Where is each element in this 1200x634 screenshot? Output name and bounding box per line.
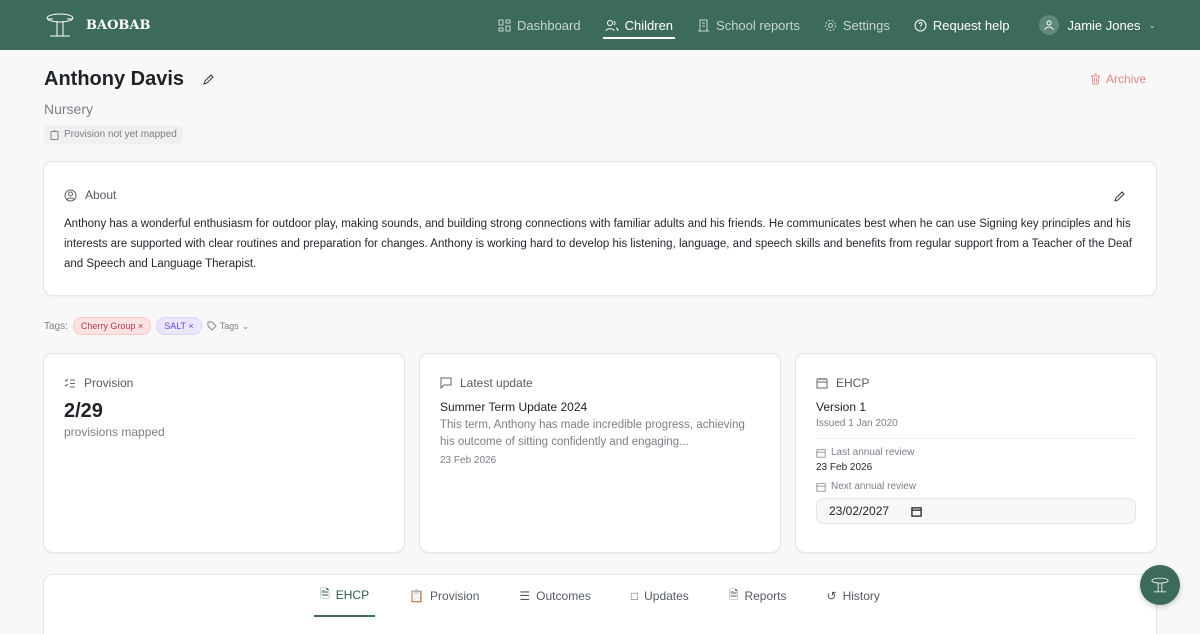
message-icon bbox=[440, 377, 452, 389]
tag-salt[interactable]: SALT × bbox=[156, 317, 202, 335]
next-review-date-input[interactable]: 23/02/2027 bbox=[816, 498, 1136, 524]
provision-count: 2/29 bbox=[64, 400, 103, 422]
calendar-icon bbox=[816, 482, 826, 492]
clipboard-icon: 📋 bbox=[409, 589, 425, 603]
baobab-tree-icon bbox=[46, 13, 74, 37]
nav-request-help[interactable]: Request help bbox=[914, 0, 1010, 50]
update-text: This term, Anthony has made incredible p… bbox=[440, 419, 745, 448]
about-text: Anthony has a wonderful enthusiasm for o… bbox=[64, 218, 1132, 270]
gear-icon bbox=[824, 19, 836, 31]
date-value: 23/02/2027 bbox=[829, 504, 890, 518]
archive-button[interactable]: Archive bbox=[1090, 72, 1146, 86]
tag-label: Cherry Group bbox=[80, 321, 136, 331]
tab-reports[interactable]: 🗎 Reports bbox=[723, 575, 793, 617]
user-icon bbox=[1044, 20, 1054, 30]
nav-label: Request help bbox=[932, 17, 1010, 33]
about-card: About Anthony has a wonderful enthusiasm… bbox=[43, 161, 1157, 296]
history-icon: ↺ bbox=[826, 589, 837, 603]
clipboard-icon bbox=[50, 130, 59, 140]
checklist-icon bbox=[64, 378, 75, 387]
add-tag-label: Tags bbox=[219, 321, 239, 331]
calendar-picker-icon[interactable] bbox=[911, 506, 922, 517]
last-review-date: 23 Feb 2026 bbox=[816, 462, 873, 473]
archive-label: Archive bbox=[1105, 72, 1146, 86]
card-title: About bbox=[85, 188, 117, 202]
nav-children[interactable]: Children bbox=[602, 0, 676, 50]
dashboard-icon bbox=[498, 19, 511, 31]
document-icon: 🗎 bbox=[320, 586, 330, 601]
calendar-icon bbox=[816, 378, 828, 389]
tab-label: History bbox=[842, 589, 880, 603]
nav-label: Settings bbox=[842, 17, 890, 33]
message-icon: □ bbox=[630, 589, 639, 603]
user-name: Jamie Jones bbox=[1067, 17, 1141, 33]
users-icon bbox=[605, 19, 619, 31]
card-title: Latest update bbox=[460, 376, 533, 390]
nav-dashboard[interactable]: Dashboard bbox=[498, 0, 581, 50]
card-title: EHCP bbox=[836, 376, 870, 390]
tab-label: EHCP bbox=[335, 588, 370, 602]
trash-icon bbox=[1090, 73, 1100, 85]
tags-row: Tags: Cherry Group × SALT × Tags ⌄ bbox=[44, 317, 249, 335]
tab-label: Outcomes bbox=[536, 589, 591, 603]
brand-name: BAOBAB bbox=[86, 17, 151, 33]
close-icon[interactable]: × bbox=[138, 321, 143, 331]
tab-label: Reports bbox=[744, 589, 787, 603]
tab-provision[interactable]: 📋 Provision bbox=[403, 575, 485, 617]
nav-label: Dashboard bbox=[517, 17, 581, 33]
edit-name-button[interactable] bbox=[202, 73, 215, 86]
chevron-down-icon: ⌄ bbox=[1148, 19, 1156, 30]
child-group: Nursery bbox=[44, 101, 94, 117]
add-tag-button[interactable]: Tags ⌄ bbox=[207, 321, 249, 332]
provision-card[interactable]: Provision 2/29 provisions mapped bbox=[43, 353, 405, 553]
tag-cherry-group[interactable]: Cherry Group × bbox=[72, 317, 152, 335]
brand-logo[interactable]: BAOBAB bbox=[44, 12, 150, 38]
tab-label: Updates bbox=[644, 589, 689, 603]
update-heading: Summer Term Update 2024 bbox=[440, 400, 588, 414]
help-icon bbox=[914, 19, 927, 31]
tab-history[interactable]: ↺ History bbox=[821, 575, 886, 617]
top-nav: BAOBAB Dashboard Children School reports… bbox=[0, 0, 1200, 50]
badge-label: Provision not yet mapped bbox=[64, 129, 177, 140]
section-tabs: 🗎 EHCP 📋 Provision ☰ Outcomes □ Updates 🗎 Rep… bbox=[43, 574, 1157, 634]
next-review-label: Next annual review bbox=[831, 481, 917, 492]
avatar bbox=[1039, 15, 1060, 35]
ehcp-card: EHCP Version 1 Issued 1 Jan 2020 Last an… bbox=[795, 353, 1157, 553]
nav-settings[interactable]: Settings bbox=[824, 0, 890, 50]
ehcp-issued: Issued 1 Jan 2020 bbox=[816, 418, 898, 429]
ehcp-version: Version 1 bbox=[816, 400, 867, 414]
update-date: 23 Feb 2026 bbox=[440, 455, 497, 466]
close-icon[interactable]: × bbox=[188, 321, 193, 331]
tab-outcomes[interactable]: ☰ Outcomes bbox=[513, 575, 596, 617]
tab-ehcp[interactable]: 🗎 EHCP bbox=[314, 575, 376, 617]
baobab-tree-icon bbox=[1151, 577, 1169, 593]
last-review-label: Last annual review bbox=[831, 447, 915, 458]
divider bbox=[816, 438, 1136, 439]
user-circle-icon bbox=[64, 189, 77, 201]
building-icon bbox=[698, 19, 710, 31]
tag-label: SALT bbox=[164, 321, 186, 331]
help-chat-button[interactable] bbox=[1140, 565, 1180, 605]
page-title: Anthony Davis bbox=[44, 68, 185, 90]
nav-school-reports[interactable]: School reports bbox=[697, 0, 800, 50]
tab-label: Provision bbox=[430, 589, 480, 603]
calendar-icon bbox=[816, 448, 826, 458]
card-title: Provision bbox=[84, 376, 134, 390]
file-icon: 🗎 bbox=[728, 587, 739, 602]
nav-label: School reports bbox=[716, 17, 800, 33]
provision-caption: provisions mapped bbox=[64, 425, 165, 439]
edit-about-button[interactable] bbox=[1113, 190, 1126, 203]
provision-status-badge: Provision not yet mapped bbox=[44, 125, 183, 144]
tag-icon bbox=[207, 321, 217, 331]
latest-update-card[interactable]: Latest update Summer Term Update 2024 Th… bbox=[419, 353, 781, 553]
tags-label: Tags: bbox=[44, 320, 68, 332]
nav-label: Children bbox=[624, 17, 674, 33]
tab-updates[interactable]: □ Updates bbox=[625, 575, 695, 617]
user-menu[interactable]: Jamie Jones ⌄ bbox=[1039, 15, 1156, 35]
checklist-icon: ☰ bbox=[519, 589, 531, 603]
